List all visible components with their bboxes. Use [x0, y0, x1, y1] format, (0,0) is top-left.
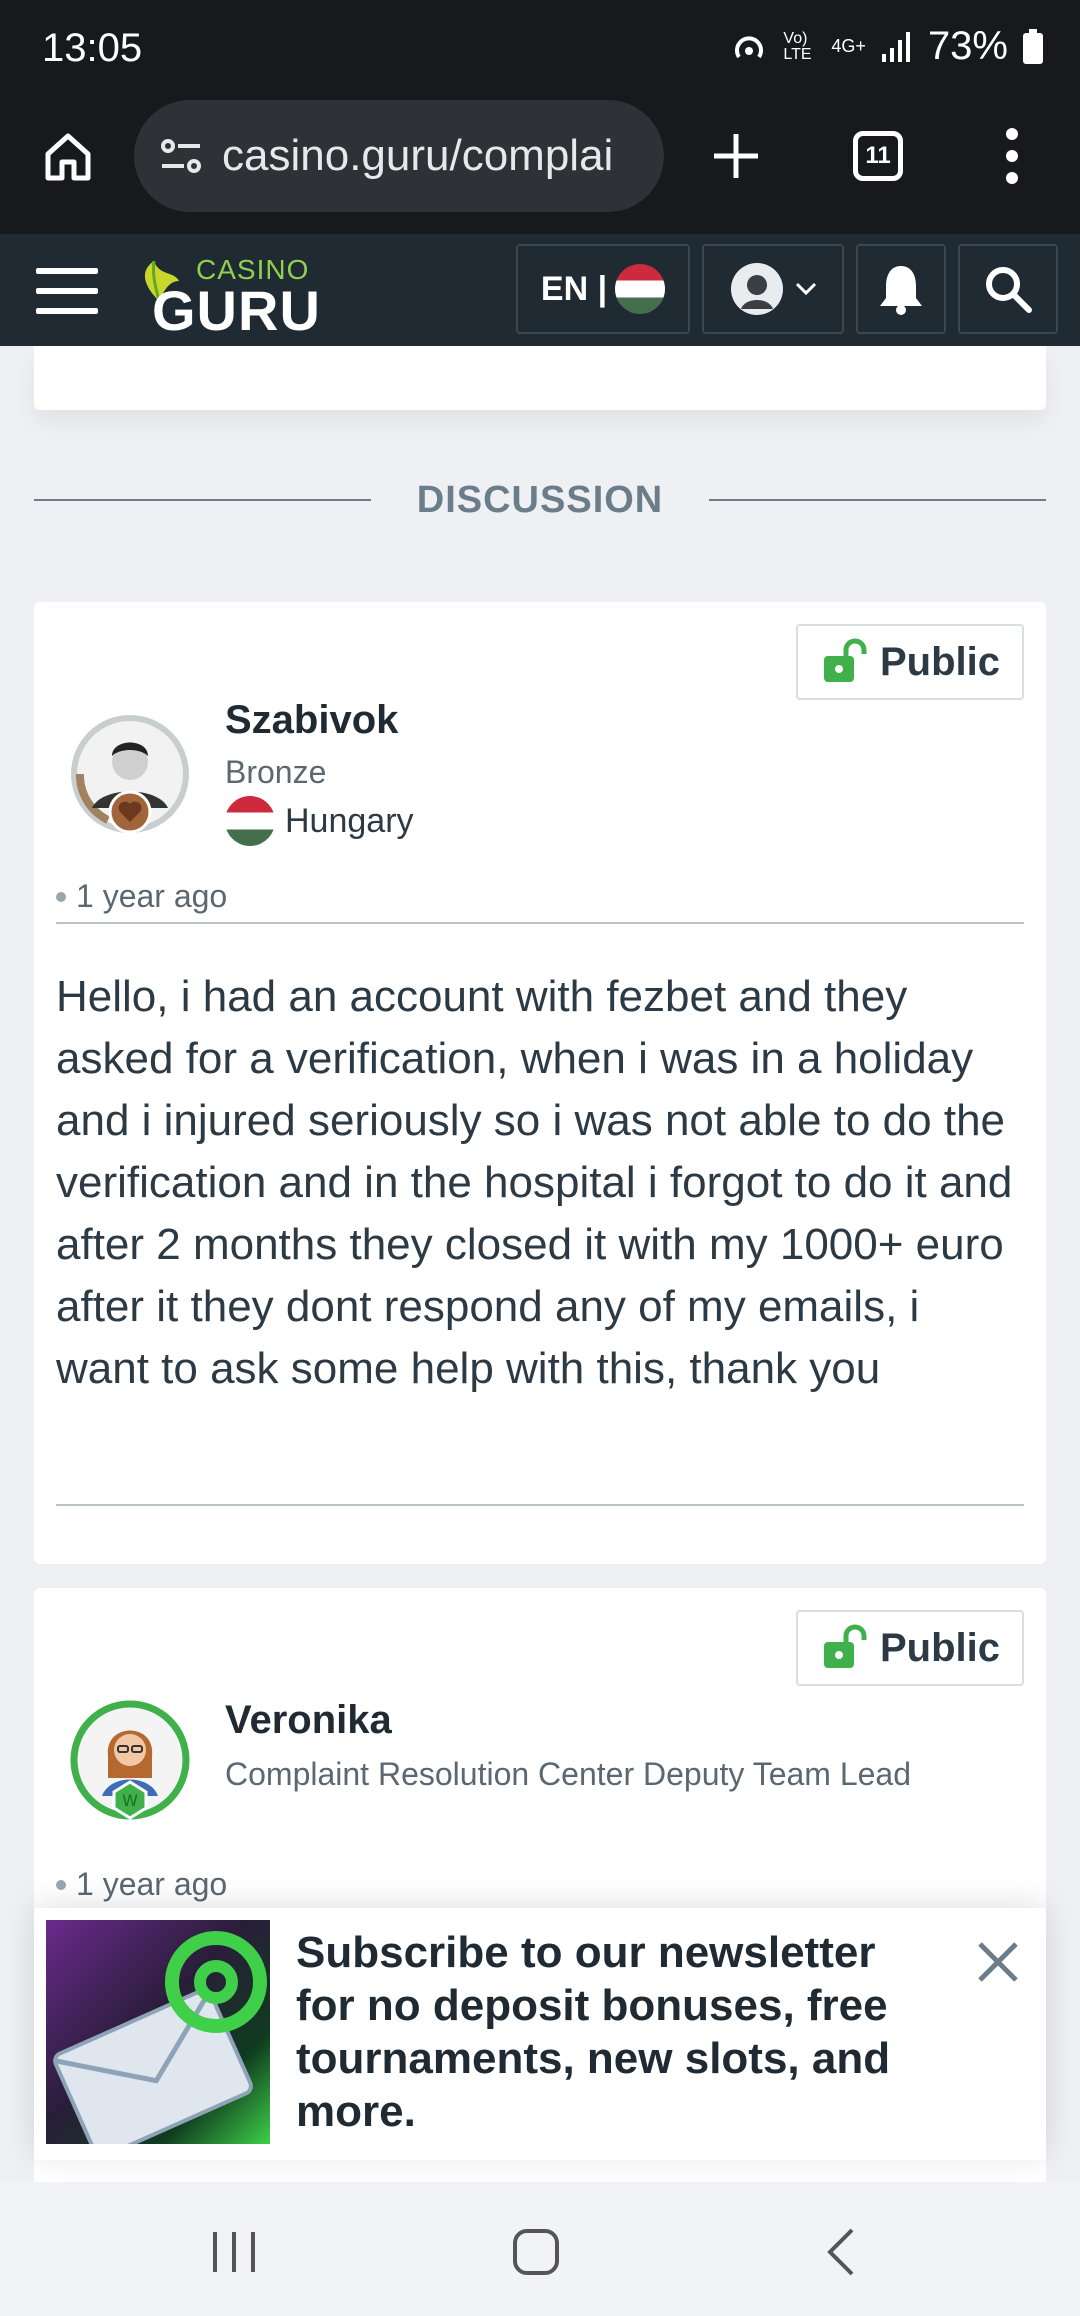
discussion-post: Public Szabivok Bronze Hungary 1 year ag… — [34, 602, 1046, 1564]
time-ago: 1 year ago — [76, 878, 228, 914]
status-time: 13:05 — [42, 26, 143, 70]
more-vertical-icon — [1006, 128, 1018, 184]
volte-icon: Vo) LTE — [783, 29, 812, 63]
network-type: 4G+ — [831, 36, 866, 56]
language-label: EN | — [540, 269, 608, 308]
back-button[interactable] — [800, 2222, 880, 2282]
menu-button[interactable] — [36, 268, 98, 314]
plus-icon — [714, 134, 758, 178]
status-bar: 13:05 Vo) LTE 4G+ 73% — [0, 0, 1080, 96]
newsletter-image — [46, 1920, 270, 2144]
search-button[interactable] — [958, 244, 1058, 334]
email-envelope-icon — [53, 1931, 267, 2144]
svg-text:W: W — [122, 1791, 138, 1810]
tab-count: 11 — [853, 131, 903, 181]
url-text: casino.guru/complai — [222, 131, 614, 180]
time-ago: 1 year ago — [76, 1866, 228, 1902]
site-header: CASINO GURU EN | — [0, 234, 1080, 346]
home-button[interactable] — [28, 116, 108, 196]
post-timestamp: 1 year ago — [56, 1866, 227, 1903]
close-icon — [978, 1942, 1018, 1982]
newsletter-text: Subscribe to our newsletter for no depos… — [296, 1928, 891, 2136]
language-selector[interactable]: EN | — [516, 244, 690, 334]
case-summary-card — [34, 346, 1046, 410]
country-name: Hungary — [285, 801, 414, 840]
user-avatar-icon — [731, 263, 783, 315]
discussion-divider: DISCUSSION — [34, 478, 1047, 521]
post-divider — [56, 1504, 1024, 1506]
page-content[interactable]: DISCUSSION Public Szabivok Bronze Hungar… — [0, 346, 1080, 2182]
new-tab-button[interactable] — [696, 116, 776, 196]
home-square-icon — [513, 2229, 559, 2275]
author-role: Complaint Resolution Center Deputy Team … — [225, 1756, 912, 1792]
newsletter-banner[interactable]: Subscribe to our newsletter for no depos… — [34, 1908, 1046, 2160]
unlock-icon — [823, 638, 867, 682]
recent-apps-button[interactable] — [194, 2222, 274, 2282]
hungary-flag-icon — [225, 796, 275, 846]
site-settings-icon — [161, 139, 201, 173]
hungary-flag-icon — [615, 264, 666, 314]
url-bar[interactable]: casino.guru/complai — [134, 100, 664, 212]
close-button[interactable] — [970, 1934, 1026, 1990]
recent-apps-icon — [213, 2232, 255, 2272]
hotspot-icon — [735, 35, 764, 58]
post-timestamp: 1 year ago — [56, 878, 227, 915]
logo-guru-text: GURU — [152, 279, 321, 342]
author-avatar[interactable]: W — [68, 1698, 192, 1822]
visibility-label: Public — [879, 1625, 1001, 1670]
chevron-down-icon — [795, 282, 817, 296]
bell-icon — [880, 266, 922, 315]
author-country: Hungary — [225, 796, 414, 846]
status-icons: Vo) LTE 4G+ 73% — [729, 24, 1044, 69]
staff-avatar-icon: W — [70, 1700, 190, 1820]
post-divider — [56, 922, 1024, 924]
bronze-user-avatar-icon — [71, 715, 189, 834]
back-chevron-icon — [827, 2228, 854, 2276]
author-name[interactable]: Veronika — [225, 1698, 392, 1743]
browser-toolbar: casino.guru/complai 11 — [0, 96, 1080, 234]
visibility-label: Public — [879, 639, 1001, 684]
tab-switcher-button[interactable]: 11 — [838, 116, 918, 196]
home-nav-button[interactable] — [496, 2222, 576, 2282]
battery-icon — [1023, 28, 1043, 64]
author-avatar[interactable] — [68, 712, 192, 836]
post-message: Hello, i had an account with fezbet and … — [56, 972, 1013, 1393]
unlock-icon — [823, 1624, 867, 1668]
signal-icon — [881, 31, 910, 62]
user-menu[interactable] — [702, 244, 844, 334]
author-name[interactable]: Szabivok — [225, 698, 398, 743]
battery-percent: 73% — [927, 24, 1008, 68]
system-navigation-bar — [0, 2182, 1080, 2316]
visibility-badge: Public — [796, 624, 1024, 700]
author-rank: Bronze — [225, 754, 327, 790]
notifications-button[interactable] — [856, 244, 946, 334]
casino-guru-logo[interactable]: CASINO GURU — [134, 248, 324, 342]
home-icon — [45, 133, 91, 181]
discussion-heading: DISCUSSION — [416, 478, 664, 521]
search-icon — [986, 267, 1032, 313]
visibility-badge: Public — [796, 1610, 1024, 1686]
browser-menu-button[interactable] — [972, 116, 1052, 196]
